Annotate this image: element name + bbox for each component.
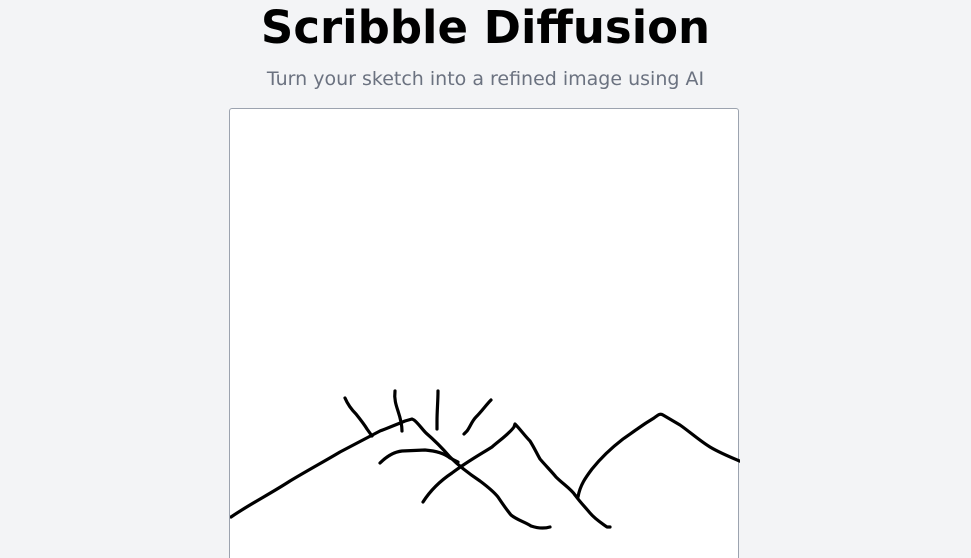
page: Scribble Diffusion Turn your sketch into… — [0, 0, 971, 558]
right-mountain-stroke — [573, 493, 612, 529]
middle-mountain-stroke — [421, 422, 579, 504]
page-subtitle: Turn your sketch into a refined image us… — [266, 68, 705, 90]
sketch-canvas[interactable] — [229, 108, 740, 558]
sun-ray-1-stroke — [343, 396, 374, 438]
sketch-drawing — [230, 389, 740, 530]
page-title: Scribble Diffusion — [260, 1, 711, 54]
left-mountain-stroke — [230, 417, 552, 530]
right-peak-stroke — [576, 412, 740, 499]
sun-ray-4-stroke — [462, 398, 493, 436]
sun-ray-3-stroke — [435, 389, 440, 431]
